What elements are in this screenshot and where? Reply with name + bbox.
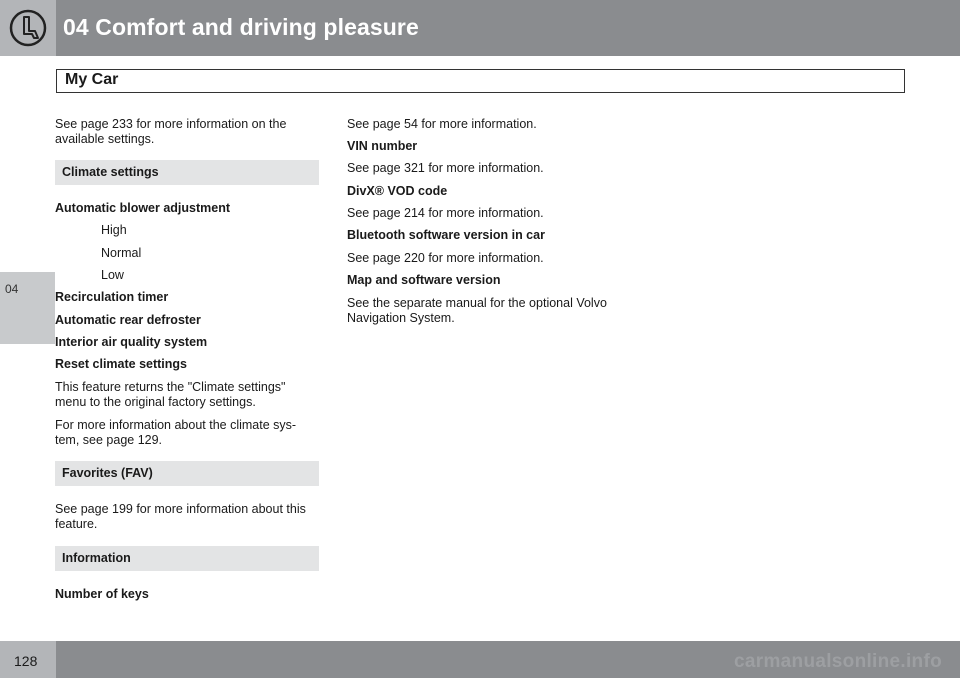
section-title-box: My Car	[56, 69, 905, 93]
side-tab-label: 04	[5, 282, 19, 296]
heading-label: Favorites (FAV)	[62, 466, 153, 480]
more-info-line-2: tem, see page 129.	[55, 433, 163, 447]
chapter-side-tab: 04	[0, 272, 55, 344]
keys-reference: See page 54 for more information.	[347, 117, 537, 131]
fav-text-line-1: See page 199 for more information about …	[55, 502, 306, 516]
heading-label: Climate settings	[62, 165, 159, 179]
intro-line-2: available settings.	[55, 132, 155, 146]
blower-heading: Automatic blower adjustment	[55, 201, 231, 215]
number-of-keys: Number of keys	[55, 587, 149, 601]
map-text-line-1: See the separate manual for the optional…	[347, 296, 607, 310]
blower-option: High	[101, 223, 127, 237]
air-quality-system: Interior air quality system	[55, 335, 208, 349]
rear-defroster: Automatic rear defroster	[55, 313, 201, 327]
chapter-title: 04 Comfort and driving pleasure	[63, 14, 419, 40]
information-heading: Information	[55, 546, 319, 571]
blower-option: Low	[101, 268, 124, 282]
divx-reference: See page 214 for more information.	[347, 206, 544, 220]
recirculation-timer: Recirculation timer	[55, 290, 169, 304]
vin-number: VIN number	[347, 139, 418, 153]
heading-label: Information	[62, 551, 131, 565]
map-text-line-2: Navigation System.	[347, 311, 455, 325]
bluetooth-version: Bluetooth software version in car	[347, 228, 545, 242]
more-info-line-1: For more information about the climate s…	[55, 418, 297, 432]
page-number: 128	[14, 653, 38, 669]
reset-climate-heading: Reset climate settings	[55, 357, 187, 371]
chapter-header: 04 Comfort and driving pleasure	[0, 0, 960, 56]
blower-option: Normal	[101, 246, 142, 260]
climate-settings-heading: Climate settings	[55, 160, 319, 185]
seat-icon	[0, 0, 56, 56]
reset-text-line-1: This feature returns the "Climate settin…	[55, 380, 286, 394]
vin-reference: See page 321 for more information.	[347, 161, 544, 175]
page-number-box: 128	[0, 641, 56, 678]
fav-text-line-2: feature.	[55, 517, 98, 531]
bluetooth-reference: See page 220 for more information.	[347, 251, 544, 265]
watermark: carmanualsonline.info	[734, 651, 942, 672]
page-footer: 128 carmanualsonline.info	[0, 641, 960, 678]
reset-text-line-2: menu to the original factory settings.	[55, 395, 256, 409]
divx-vod-code: DivX® VOD code	[347, 184, 448, 198]
intro-line-1: See page 233 for more information on the	[55, 117, 287, 131]
favorites-heading: Favorites (FAV)	[55, 461, 319, 486]
map-software-version: Map and software version	[347, 273, 501, 287]
section-title: My Car	[65, 71, 119, 88]
